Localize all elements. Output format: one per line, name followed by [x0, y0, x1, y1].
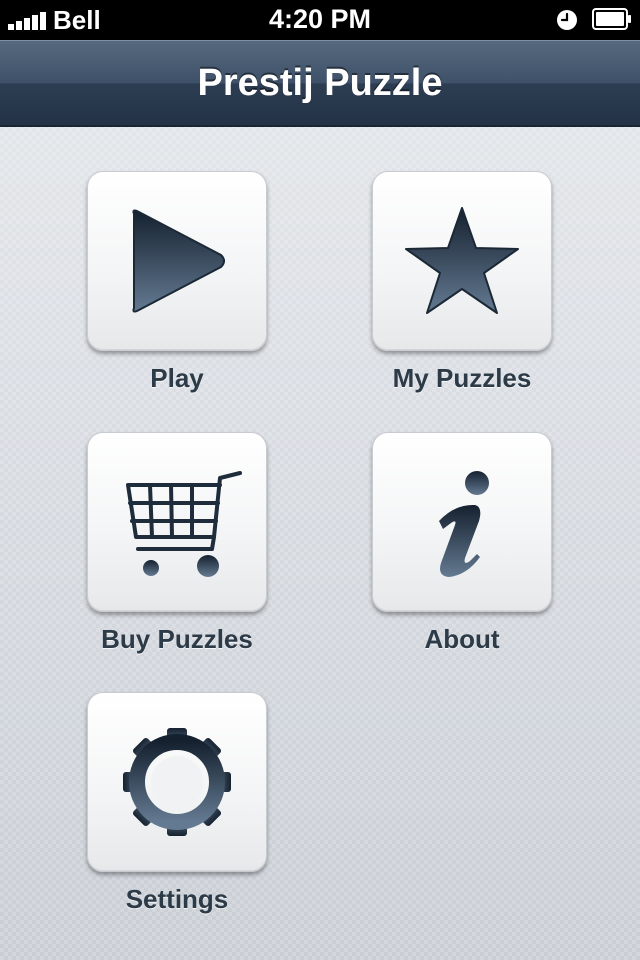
about-label: About [424, 624, 500, 654]
cart-icon [126, 471, 242, 577]
play-tile[interactable] [87, 171, 267, 351]
gear-icon [123, 728, 231, 836]
battery-icon [592, 8, 631, 30]
about-button[interactable]: About [372, 432, 552, 654]
my-puzzles-label: My Puzzles [392, 363, 532, 393]
app-title: Prestij Puzzle [197, 62, 443, 104]
settings-button[interactable]: Settings [87, 692, 267, 914]
buy-puzzles-label: Buy Puzzles [101, 624, 253, 654]
status-bar: Bell 4:20 PM [0, 0, 640, 40]
play-label: Play [150, 363, 204, 393]
play-button[interactable]: Play [87, 171, 267, 393]
navigation-bar: Prestij Puzzle [0, 40, 640, 127]
star-icon [405, 207, 519, 314]
info-icon [439, 471, 489, 577]
my-puzzles-tile[interactable] [372, 171, 552, 351]
settings-label: Settings [125, 884, 229, 914]
settings-tile[interactable] [87, 692, 267, 872]
buy-puzzles-tile[interactable] [87, 432, 267, 612]
clock-icon [557, 10, 577, 30]
about-tile[interactable] [372, 432, 552, 612]
status-time: 4:20 PM [268, 4, 372, 34]
play-icon [132, 209, 225, 313]
my-puzzles-button[interactable]: My Puzzles [372, 171, 552, 393]
buy-puzzles-button[interactable]: Buy Puzzles [87, 432, 267, 654]
